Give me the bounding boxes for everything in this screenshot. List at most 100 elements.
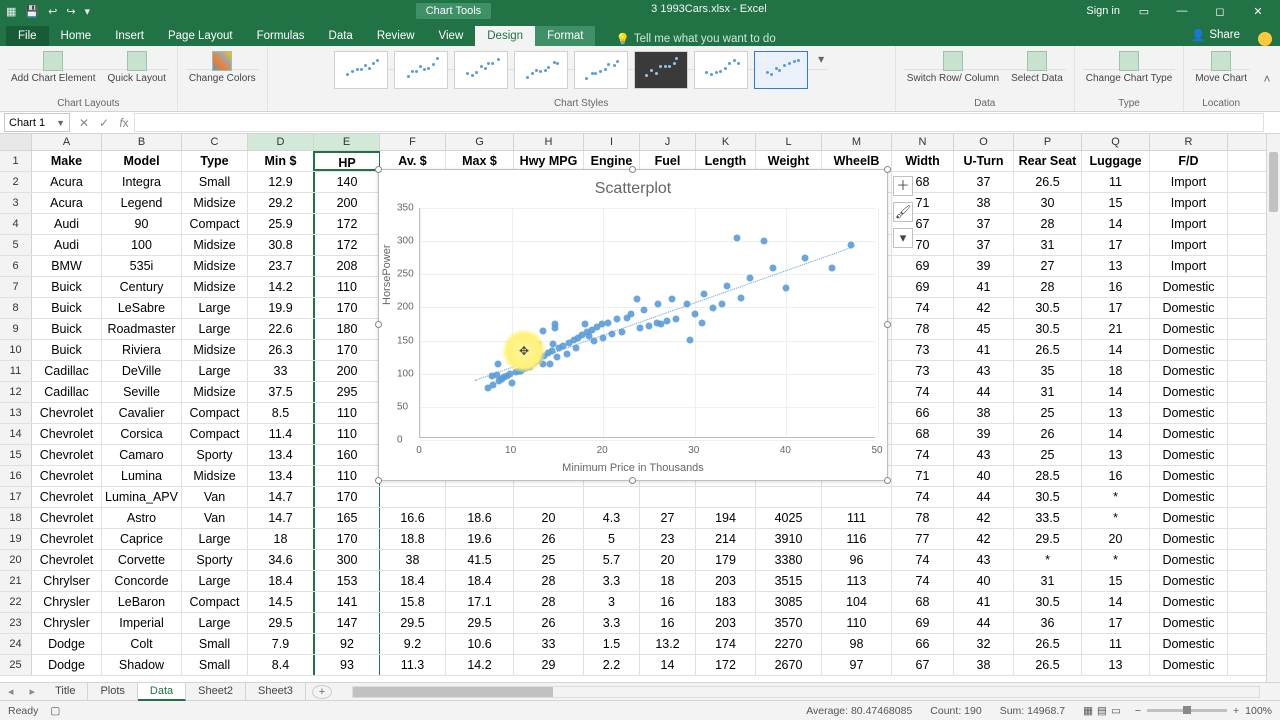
cell[interactable]: 41 (954, 592, 1014, 612)
cell[interactable]: 13 (1082, 403, 1150, 423)
cell[interactable]: Large (182, 571, 248, 591)
cell[interactable]: 8.5 (248, 403, 314, 423)
cell[interactable]: 16 (640, 613, 696, 633)
cell[interactable]: Domestic (1150, 382, 1228, 402)
cell[interactable]: Domestic (1150, 529, 1228, 549)
col-header-J[interactable]: J (640, 134, 696, 150)
cell[interactable]: Acura (32, 193, 102, 213)
cell[interactable]: 18.4 (380, 571, 446, 591)
col-header-B[interactable]: B (102, 134, 182, 150)
cell[interactable]: Domestic (1150, 445, 1228, 465)
data-point[interactable] (700, 290, 707, 297)
row-header[interactable]: 17 (0, 487, 32, 507)
cell[interactable]: 26.5 (1014, 172, 1082, 192)
cell[interactable]: Domestic (1150, 571, 1228, 591)
y-axis-title[interactable]: HorsePower (381, 244, 393, 305)
cell[interactable]: Large (182, 529, 248, 549)
cell[interactable]: 203 (696, 571, 756, 591)
cell[interactable]: Compact (182, 403, 248, 423)
cell[interactable]: 69 (892, 613, 954, 633)
data-point[interactable] (829, 264, 836, 271)
cell[interactable]: 27 (1014, 256, 1082, 276)
formula-input[interactable] (134, 113, 1264, 132)
cell[interactable]: 74 (892, 382, 954, 402)
ribbon-tab-page-layout[interactable]: Page Layout (156, 26, 245, 46)
cell[interactable]: 28 (514, 592, 584, 612)
cell[interactable]: U-Turn (954, 151, 1014, 171)
chart-styles-more-icon[interactable]: ▾ (814, 52, 828, 66)
ribbon-tab-format[interactable]: Format (535, 26, 595, 46)
cell[interactable]: 14 (640, 655, 696, 675)
cell[interactable]: 20 (514, 508, 584, 528)
cell[interactable]: 25 (1014, 403, 1082, 423)
cell[interactable]: Concorde (102, 571, 182, 591)
cell[interactable]: Chevrolet (32, 487, 102, 507)
cell[interactable]: 13 (1082, 655, 1150, 675)
cell[interactable]: 38 (954, 655, 1014, 675)
cell[interactable]: Audi (32, 214, 102, 234)
name-box[interactable]: Chart 1▼ (4, 113, 70, 132)
cell[interactable]: Imperial (102, 613, 182, 633)
cell[interactable]: Rear Seat (1014, 151, 1082, 171)
cancel-formula-icon[interactable]: ✕ (74, 116, 94, 130)
resize-handle[interactable] (884, 166, 891, 173)
cell[interactable]: Hwy MPG (514, 151, 584, 171)
scrollbar-thumb[interactable] (1269, 152, 1278, 212)
cell[interactable]: 9.2 (380, 634, 446, 654)
feedback-icon[interactable] (1258, 32, 1272, 46)
vertical-scrollbar[interactable] (1266, 134, 1280, 682)
cell[interactable]: Max $ (446, 151, 514, 171)
cell[interactable]: Sporty (182, 445, 248, 465)
cell[interactable]: Astro (102, 508, 182, 528)
cell[interactable] (446, 487, 514, 507)
cell[interactable]: WheelB (822, 151, 892, 171)
cell[interactable]: 110 (314, 403, 380, 423)
cell[interactable]: 26.5 (1014, 340, 1082, 360)
chart-style-3[interactable] (454, 51, 508, 89)
sheet-tab-sheet2[interactable]: Sheet2 (186, 683, 246, 701)
col-header-Q[interactable]: Q (1082, 134, 1150, 150)
cell[interactable]: 11 (1082, 634, 1150, 654)
cell[interactable]: 3910 (756, 529, 822, 549)
tell-me[interactable]: 💡 Tell me what you want to do (615, 32, 775, 46)
chart-styles-gallery[interactable]: ▾ (334, 49, 828, 70)
cell[interactable]: 183 (696, 592, 756, 612)
data-point[interactable] (581, 321, 588, 328)
cell[interactable]: 17 (1082, 235, 1150, 255)
data-point[interactable] (636, 324, 643, 331)
redo-icon[interactable]: ↪ (66, 5, 75, 18)
cell[interactable]: 111 (822, 508, 892, 528)
cell[interactable]: 17.1 (446, 592, 514, 612)
data-point[interactable] (737, 294, 744, 301)
resize-handle[interactable] (375, 321, 382, 328)
cell[interactable]: 98 (822, 634, 892, 654)
cell[interactable]: 96 (822, 550, 892, 570)
data-point[interactable] (508, 379, 515, 386)
chart-style-4[interactable] (514, 51, 568, 89)
row-header[interactable]: 22 (0, 592, 32, 612)
chart-title[interactable]: Scatterplot (379, 170, 887, 198)
cell[interactable]: Model (102, 151, 182, 171)
cell[interactable]: 69 (892, 256, 954, 276)
cell[interactable]: 18.6 (446, 508, 514, 528)
cell[interactable]: 33 (514, 634, 584, 654)
cell[interactable]: 97 (822, 655, 892, 675)
cell[interactable]: Length (696, 151, 756, 171)
cell[interactable]: Domestic (1150, 340, 1228, 360)
cell[interactable]: 21 (1082, 319, 1150, 339)
cell[interactable] (514, 487, 584, 507)
cell[interactable]: Large (182, 298, 248, 318)
qa-customize-icon[interactable]: ▾ (85, 5, 91, 18)
row-header[interactable]: 6 (0, 256, 32, 276)
row-header[interactable]: 5 (0, 235, 32, 255)
data-point[interactable] (604, 320, 611, 327)
data-point[interactable] (769, 264, 776, 271)
cell[interactable]: 15.8 (380, 592, 446, 612)
cell[interactable]: 29 (514, 655, 584, 675)
cell[interactable]: Fuel (640, 151, 696, 171)
cell[interactable]: Import (1150, 214, 1228, 234)
cell[interactable]: Av. $ (380, 151, 446, 171)
cell[interactable]: 33 (248, 361, 314, 381)
col-header-D[interactable]: D (248, 134, 314, 150)
cell[interactable]: 110 (314, 466, 380, 486)
